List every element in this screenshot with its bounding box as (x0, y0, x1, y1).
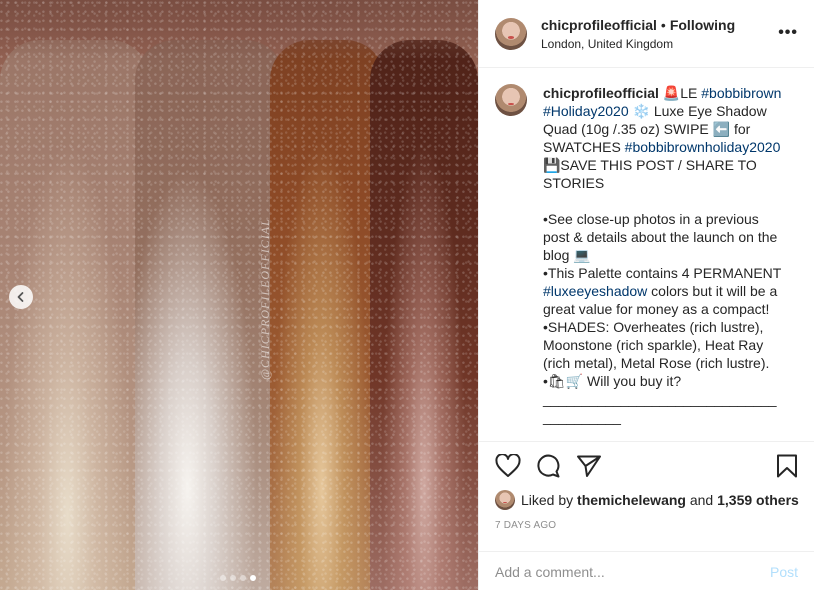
carousel-dot (220, 575, 226, 581)
likes-summary: Liked by themichelewang and 1,359 others (495, 490, 799, 510)
caption-username[interactable]: chicprofileofficial (543, 85, 659, 101)
sparkle-overlay (0, 0, 478, 590)
hashtag-link[interactable]: #luxeeyeshadow (543, 283, 647, 299)
caption-fragment: 💾SAVE THIS POST / SHARE TO STORIES (543, 157, 757, 191)
liked-by-user[interactable]: themichelewang (577, 492, 686, 508)
caption-fragment: •SHADES: Overheates (rich lustre), Moons… (543, 319, 770, 371)
heart-icon[interactable] (495, 454, 521, 478)
avatar[interactable] (495, 17, 527, 50)
avatar-lips (503, 501, 507, 504)
post-header: chicprofileofficial • Following London, … (479, 0, 814, 68)
post-caption: chicprofileofficial 🚨LE #bobbibrown #Hol… (495, 84, 798, 426)
caption-fragment: •See close-up photos in a previous post … (543, 211, 778, 263)
post-comment-button[interactable]: Post (770, 564, 798, 580)
post-details-panel: chicprofileofficial • Following London, … (478, 0, 814, 590)
more-options-icon[interactable]: ••• (778, 24, 798, 42)
follow-status-button[interactable]: Following (670, 17, 735, 33)
hashtag-link[interactable]: #bobbibrownholiday2020 (625, 139, 781, 155)
hashtag-link[interactable]: #bobbibrown (701, 85, 781, 101)
header-separator: • (660, 16, 666, 33)
carousel-indicator (220, 575, 256, 581)
carousel-dot (240, 575, 246, 581)
comment-icon[interactable] (535, 454, 561, 478)
carousel-prev-button[interactable] (9, 285, 33, 309)
chevron-left-icon (17, 292, 24, 302)
bookmark-icon[interactable] (776, 454, 798, 478)
post-photo[interactable]: @CHICPROFILEOFFICIAL (0, 0, 478, 590)
caption-fragment: 🚨LE (658, 85, 702, 101)
liker-avatar[interactable] (495, 490, 515, 510)
likes-others-link[interactable]: 1,359 others (717, 492, 799, 508)
photo-watermark: @CHICPROFILEOFFICIAL (258, 218, 272, 380)
caption-fragment: ________________________________________ (543, 391, 777, 425)
caption-fragment: •🛍🛒 Will you buy it? (543, 373, 682, 389)
comment-input[interactable] (495, 563, 770, 580)
avatar-lips (507, 36, 515, 39)
liked-by-prefix: Liked by (521, 492, 574, 508)
post-date[interactable]: 7 DAYS AGO (495, 520, 556, 531)
liked-by-and: and (689, 492, 714, 508)
post-location[interactable]: London, United Kingdom (541, 37, 735, 51)
caption-fragment: •This Palette contains 4 PERMANENT (543, 265, 782, 281)
avatar-lips (507, 102, 515, 106)
comment-bar: Post (479, 551, 814, 590)
carousel-dot (230, 575, 236, 581)
caption-avatar[interactable] (495, 84, 527, 116)
action-bar (495, 454, 798, 480)
caption-text: chicprofileofficial 🚨LE #bobbibrown #Hol… (543, 84, 783, 426)
hashtag-link[interactable]: #Holiday2020 (543, 103, 629, 119)
carousel-dot-active (250, 575, 256, 581)
header-username[interactable]: chicprofileofficial (541, 17, 657, 33)
caption-content: 🚨LE #bobbibrown #Holiday2020 ❄️ Luxe Eye… (543, 85, 781, 425)
post-actions-section: Liked by themichelewang and 1,359 others… (479, 441, 814, 590)
share-icon[interactable] (576, 454, 602, 478)
